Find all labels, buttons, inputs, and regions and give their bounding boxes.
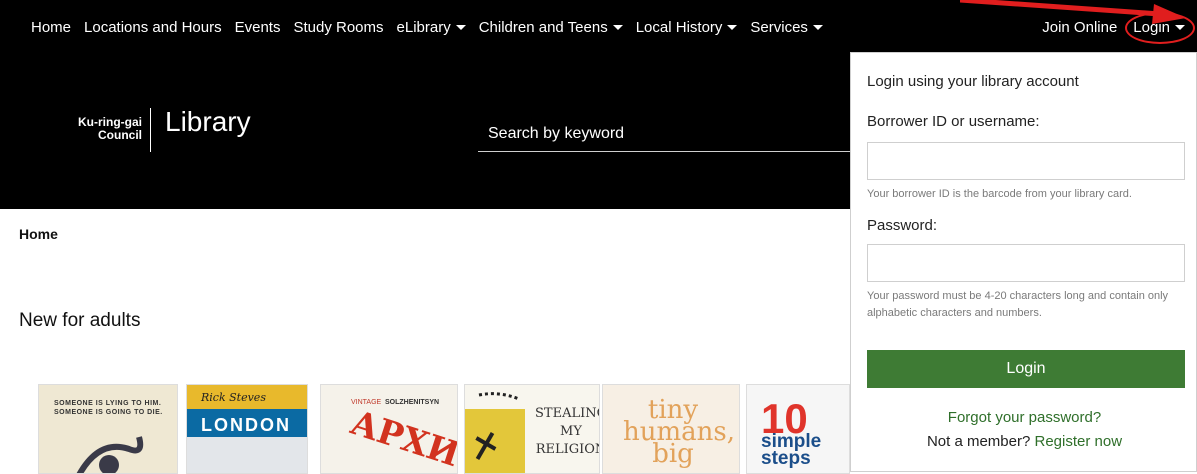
- nav-menu: Home Locations and Hours Events Study Ro…: [31, 19, 836, 36]
- chevron-down-icon: [612, 25, 623, 30]
- scorpion-icon: [76, 436, 144, 473]
- logo-text-line2: Council: [98, 128, 142, 142]
- member-text: Not a member?: [926, 433, 1031, 450]
- top-navigation: Home Locations and Hours Events Study Ro…: [0, 0, 1197, 60]
- cover-text: STEALING: [535, 406, 600, 421]
- chevron-down-icon: [455, 25, 466, 30]
- nav-item-label: Children and Teens: [478, 19, 608, 36]
- book-cover[interactable]: Rick Steves LONDON: [186, 384, 308, 474]
- nav-item-label: Home: [31, 19, 72, 36]
- cover-text: MY: [560, 424, 582, 439]
- nav-item-services[interactable]: Services: [750, 19, 823, 36]
- chevron-down-icon: [727, 25, 738, 30]
- nav-item-locations[interactable]: Locations and Hours: [84, 19, 222, 36]
- nav-account: Join Online Login: [1042, 12, 1196, 44]
- nav-item-home[interactable]: Home: [31, 19, 71, 36]
- borrower-id-hint: Your borrower ID is the barcode from you…: [867, 188, 1132, 200]
- search-input[interactable]: Search by keyword: [478, 120, 850, 152]
- join-online-link[interactable]: Join Online: [1042, 19, 1117, 36]
- book-cover[interactable]: STEALING MY RELIGION: [464, 384, 600, 474]
- nav-item-label: Locations and Hours: [84, 19, 222, 36]
- book-cover[interactable]: VINTAGE SOLZHENITSYN АРХИ: [320, 384, 458, 474]
- book-cover[interactable]: tiny humans, big: [602, 384, 740, 474]
- council-logo[interactable]: Ku-ring-gai Council: [66, 116, 142, 142]
- nav-item-label: Services: [750, 19, 808, 36]
- cover-author: SOLZHENITSYN: [385, 399, 440, 406]
- login-button[interactable]: Login: [867, 350, 1185, 388]
- borrower-id-field[interactable]: [867, 142, 1185, 180]
- chevron-down-icon: [812, 25, 823, 30]
- cover-author: Rick Steves: [201, 391, 266, 404]
- chevron-down-icon: [1175, 25, 1185, 30]
- borrower-id-label: Borrower ID or username:: [867, 113, 1040, 130]
- library-logo-text[interactable]: Library: [165, 106, 251, 138]
- section-title: New for adults: [19, 310, 141, 331]
- nav-item-children-teens[interactable]: Children and Teens: [479, 19, 623, 36]
- password-field[interactable]: [867, 244, 1185, 282]
- password-label: Password:: [867, 217, 938, 234]
- cover-text: steps: [761, 448, 811, 469]
- nav-item-label: Local History: [635, 19, 723, 36]
- cover-title: LONDON: [201, 415, 291, 435]
- login-heading: Login using your library account: [867, 73, 1079, 90]
- nav-item-label: Study Rooms: [293, 19, 384, 36]
- cover-text: SOMEONE IS GOING TO DIE.: [54, 409, 163, 416]
- logo-divider: [150, 108, 151, 152]
- breadcrumb[interactable]: Home: [19, 226, 58, 242]
- forgot-password-link[interactable]: Forgot your password?: [851, 409, 1197, 426]
- rosary-icon: [475, 392, 520, 460]
- cover-text: SOMEONE IS LYING TO HIM.: [54, 400, 162, 407]
- book-cover[interactable]: SOMEONE IS LYING TO HIM. SOMEONE IS GOING…: [38, 384, 178, 474]
- nav-item-label: Events: [234, 19, 281, 36]
- nav-item-events[interactable]: Events: [235, 19, 281, 36]
- login-menu-toggle[interactable]: Login: [1125, 12, 1196, 44]
- book-cover[interactable]: 10 simple steps: [746, 384, 850, 474]
- nav-item-local-history[interactable]: Local History: [636, 19, 738, 36]
- register-prompt: Not a member? Register now: [851, 433, 1197, 450]
- login-dropdown: Login using your library account Borrowe…: [850, 52, 1197, 472]
- password-hint: Your password must be 4-20 characters lo…: [867, 290, 1169, 319]
- register-link[interactable]: Register now: [1035, 433, 1123, 450]
- cover-title: АРХИ: [345, 402, 458, 474]
- nav-item-elibrary[interactable]: eLibrary: [397, 19, 466, 36]
- login-label: Login: [1133, 19, 1170, 36]
- cover-text: RELIGION: [535, 442, 600, 457]
- nav-item-label: eLibrary: [396, 19, 451, 36]
- nav-item-study-rooms[interactable]: Study Rooms: [293, 19, 383, 36]
